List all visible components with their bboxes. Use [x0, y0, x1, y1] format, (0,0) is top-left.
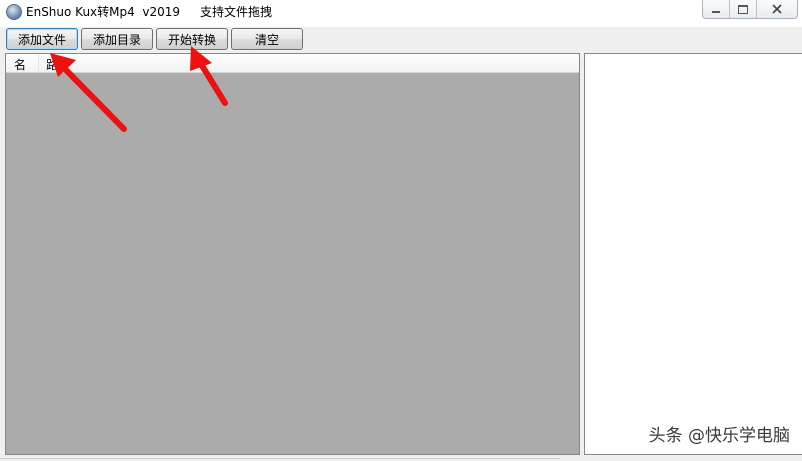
drag-drop-hint: 支持文件拖拽: [200, 5, 273, 19]
file-list[interactable]: 名 路: [5, 53, 580, 455]
column-header-name[interactable]: 名: [14, 56, 26, 73]
maximize-button[interactable]: [730, 0, 757, 18]
status-divider: [0, 458, 560, 459]
watermark: 头条 @快乐学电脑: [648, 426, 790, 446]
list-header: 名 路: [6, 54, 579, 73]
close-button[interactable]: [757, 0, 797, 18]
add-file-button[interactable]: 添加文件: [6, 28, 78, 50]
close-icon: [772, 4, 782, 14]
window-title: EnShuo Kux转Mp4 v2019: [26, 5, 181, 19]
column-header-path[interactable]: 路: [46, 56, 58, 73]
start-convert-button[interactable]: 开始转换: [156, 28, 228, 50]
app-icon: [6, 4, 22, 20]
minimize-button[interactable]: [703, 0, 730, 18]
column-divider[interactable]: [38, 54, 39, 72]
minimize-icon: [712, 11, 720, 13]
window-controls: [702, 0, 798, 19]
clear-button[interactable]: 清空: [231, 28, 303, 50]
title-bar: EnShuo Kux转Mp4 v2019 支持文件拖拽: [0, 0, 802, 27]
maximize-icon: [738, 4, 748, 14]
add-folder-button[interactable]: 添加目录: [81, 28, 153, 50]
log-panel[interactable]: 头条 @快乐学电脑: [584, 53, 802, 455]
